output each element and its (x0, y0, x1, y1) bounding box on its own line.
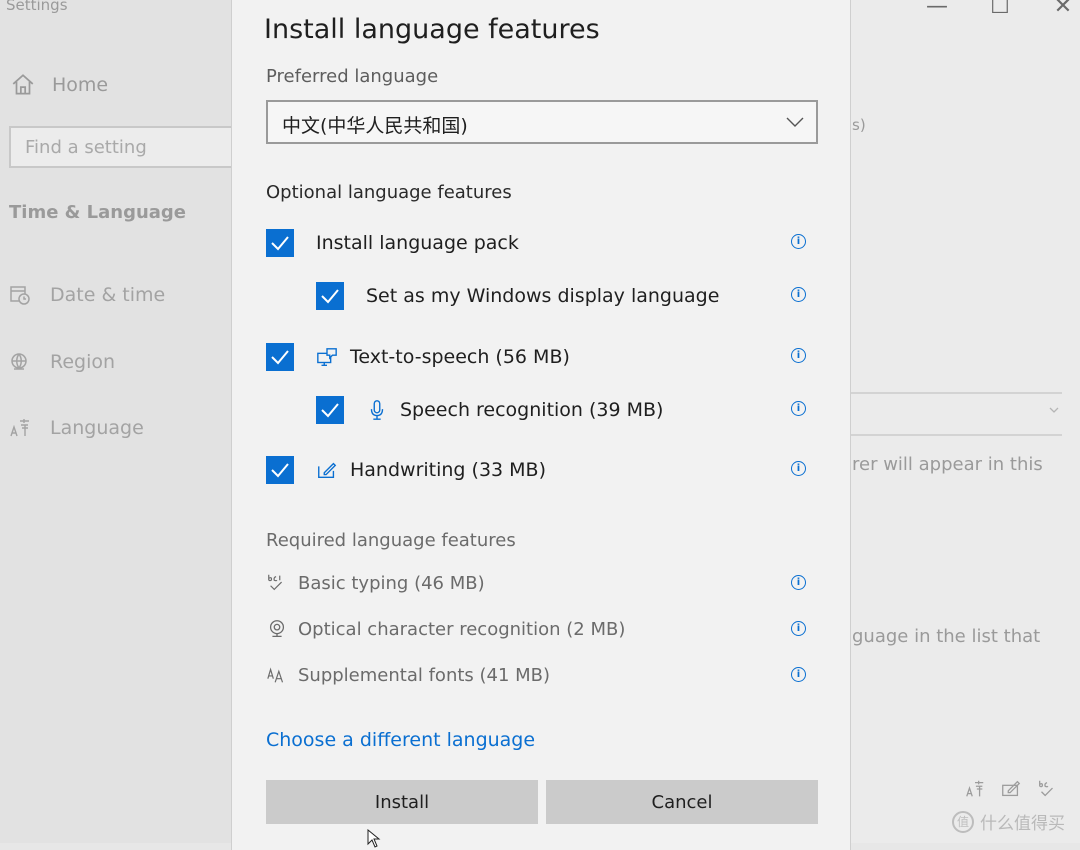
required-feature-label: Optical character recognition (2 MB) (298, 618, 626, 640)
section-title: Time & Language (9, 202, 187, 223)
sidebar-item-date-time[interactable]: Date & time (8, 280, 165, 310)
checkmark-icon (271, 236, 289, 251)
settings-sidebar: Settings Home Find a setting Time & Lang… (0, 0, 249, 843)
option-speech-recognition: Speech recognition (39 MB) (316, 395, 663, 425)
background-dropdown (850, 392, 1062, 436)
watermark-logo: 值 (952, 810, 974, 833)
pen-box-icon (318, 462, 337, 479)
sidebar-item-home[interactable]: Home (10, 70, 108, 100)
window-title: Settings (6, 0, 68, 14)
info-icon[interactable]: i (791, 348, 806, 363)
abc-check-icon (268, 574, 283, 591)
info-icon[interactable]: i (791, 287, 806, 302)
required-feature-label: Basic typing (46 MB) (298, 572, 485, 594)
option-label: Set as my Windows display language (366, 285, 720, 307)
sidebar-item-label: Region (50, 351, 116, 373)
calendar-clock-icon (10, 286, 30, 305)
chevron-down-icon (1049, 407, 1059, 413)
option-label: Speech recognition (39 MB) (400, 399, 664, 421)
watermark: 值 什么值得买 (952, 809, 1065, 834)
preferred-language-label: Preferred language (266, 66, 439, 87)
option-text-to-speech: Text-to-speech (56 MB) (266, 342, 570, 372)
info-icon[interactable]: i (791, 461, 806, 476)
option-label: Text-to-speech (56 MB) (350, 346, 570, 368)
info-icon[interactable]: i (791, 621, 806, 636)
required-basic-typing: Basic typing (46 MB) (266, 569, 485, 597)
sidebar-item-label: Home (52, 74, 109, 96)
sidebar-item-region[interactable]: Region (8, 347, 115, 377)
search-input[interactable]: Find a setting (9, 126, 249, 168)
sidebar-item-language[interactable]: Language (8, 413, 144, 443)
option-install-language-pack: Install language pack (266, 228, 519, 258)
install-language-features-dialog: Install language features Preferred lang… (231, 0, 851, 850)
info-icon[interactable]: i (791, 234, 806, 249)
set-display-language-checkbox[interactable] (316, 282, 344, 310)
abc-check-icon (1039, 780, 1053, 797)
language-icon (10, 419, 29, 437)
microphone-icon (370, 400, 384, 420)
checkmark-icon (321, 403, 339, 418)
info-icon[interactable]: i (791, 575, 806, 590)
mouse-cursor-icon (367, 829, 381, 848)
info-icon[interactable]: i (791, 401, 806, 416)
cancel-button[interactable]: Cancel (546, 780, 818, 824)
globe-icon (11, 353, 27, 370)
text-to-speech-checkbox[interactable] (266, 343, 294, 371)
home-icon (12, 74, 34, 95)
language-icon (966, 780, 984, 797)
preferred-language-dropdown[interactable]: 中文(中华人民共和国) (266, 100, 818, 144)
option-label: Handwriting (33 MB) (350, 459, 547, 481)
checkmark-icon (271, 350, 289, 365)
info-icon[interactable]: i (791, 667, 806, 682)
background-text-line: rer will appear in this (852, 454, 1043, 475)
sidebar-item-label: Language (50, 417, 144, 439)
background-text-line: guage in the list that (852, 626, 1041, 647)
maximize-button[interactable]: ☐ (985, 0, 1015, 19)
speech-bubble-monitor-icon (317, 348, 337, 366)
close-button[interactable]: ✕ (1048, 0, 1078, 19)
sidebar-item-label: Date & time (50, 284, 166, 306)
minimize-button[interactable]: — (922, 0, 952, 19)
install-language-pack-checkbox[interactable] (266, 229, 294, 257)
checkmark-icon (321, 289, 339, 304)
optional-features-heading: Optional language features (266, 182, 512, 203)
search-placeholder: Find a setting (25, 137, 147, 158)
required-feature-label: Supplemental fonts (41 MB) (298, 664, 551, 686)
required-ocr: Optical character recognition (2 MB) (266, 615, 625, 643)
preferred-language-value: 中文(中华人民共和国) (282, 115, 468, 137)
webcam-icon (269, 620, 285, 637)
required-features-heading: Required language features (266, 530, 516, 551)
option-label: Install language pack (316, 232, 519, 254)
dialog-title: Install language features (264, 14, 600, 45)
chevron-down-icon (786, 117, 804, 127)
install-button[interactable]: Install (266, 780, 538, 824)
feature-icons-strip (964, 778, 1058, 800)
background-text-fragment: s) (852, 116, 866, 134)
checkmark-icon (271, 463, 289, 478)
handwriting-checkbox[interactable] (266, 456, 294, 484)
choose-different-language-link[interactable]: Choose a different language (266, 729, 535, 751)
font-aa-icon (267, 667, 284, 683)
speech-recognition-checkbox[interactable] (316, 396, 344, 424)
required-supplemental-fonts: Supplemental fonts (41 MB) (266, 661, 550, 689)
pen-box-icon (1002, 780, 1021, 797)
option-set-display-language: Set as my Windows display language (316, 281, 719, 311)
watermark-text: 什么值得买 (980, 814, 1065, 834)
option-handwriting: Handwriting (33 MB) (266, 455, 546, 485)
